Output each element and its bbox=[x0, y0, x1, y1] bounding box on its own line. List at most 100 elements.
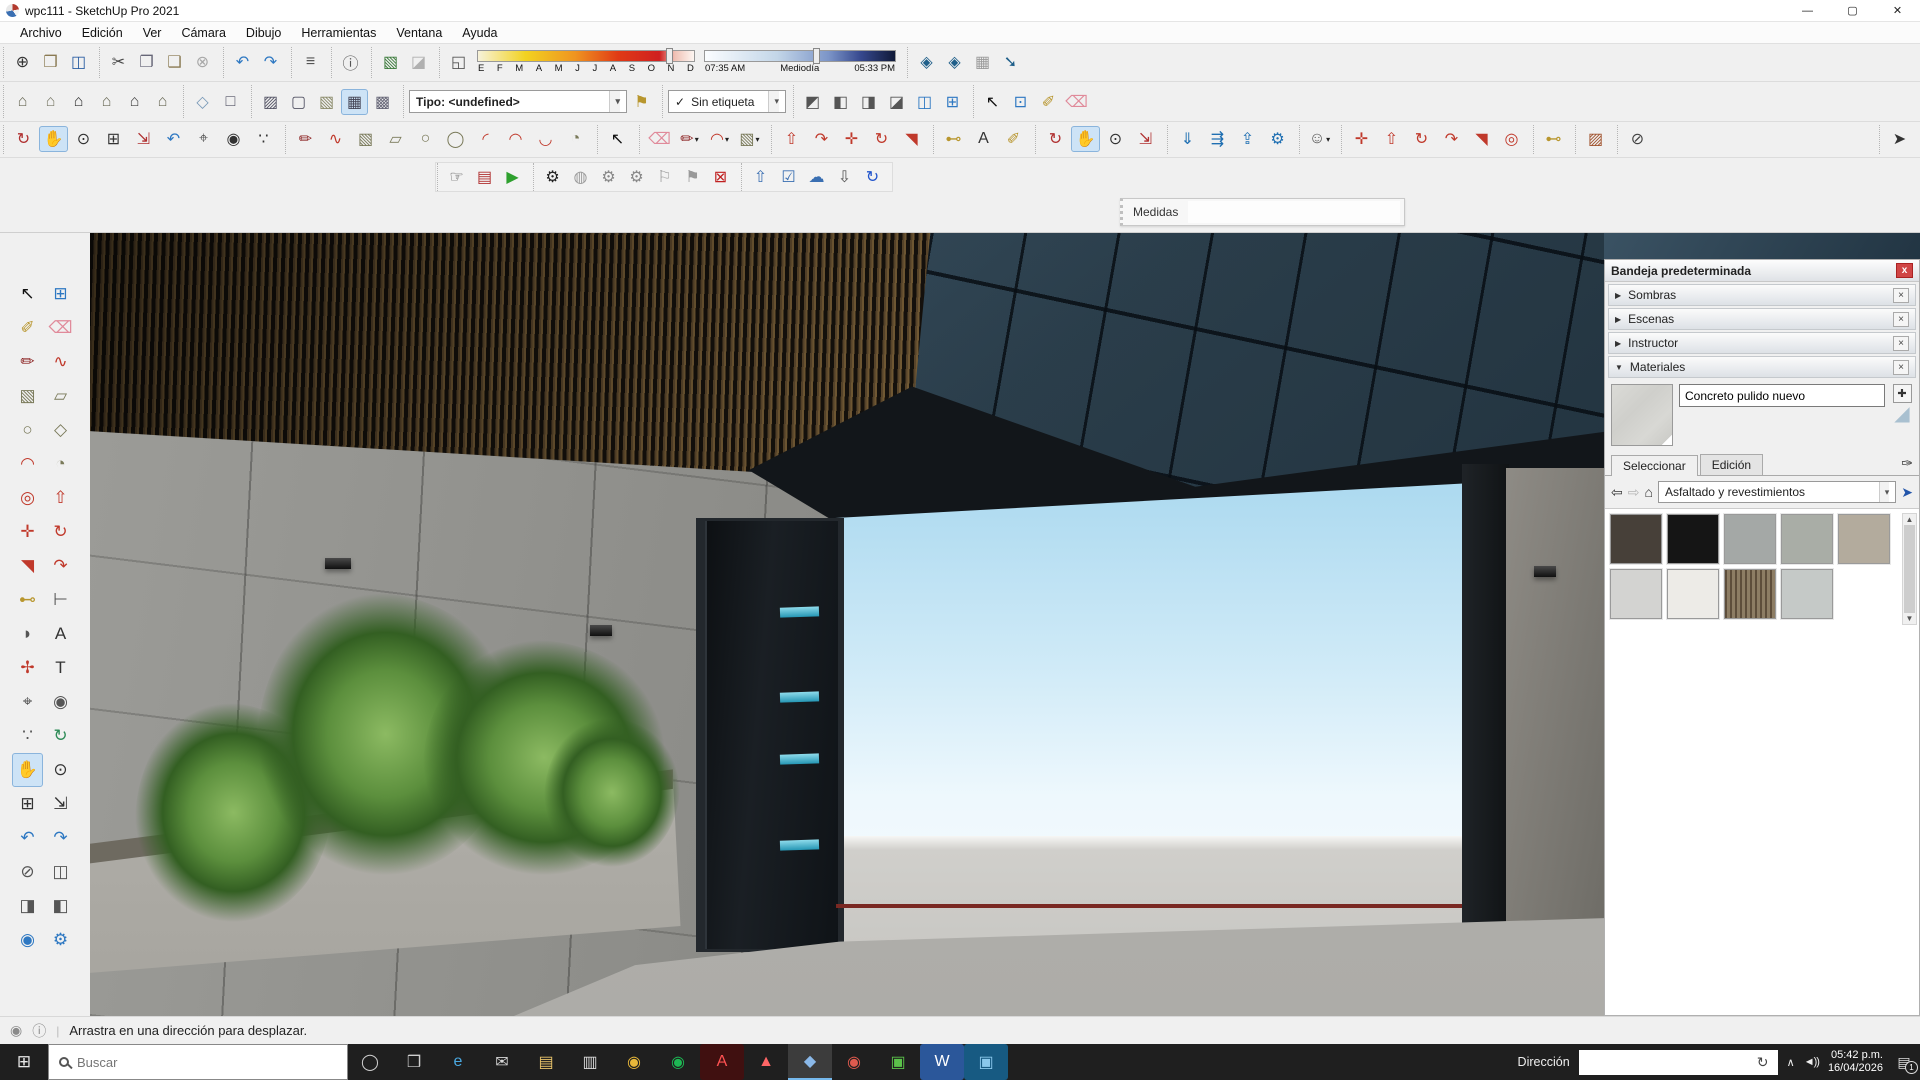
classifier-export-button[interactable]: ➘ bbox=[997, 49, 1024, 75]
two-point-arc-button[interactable]: ◠ bbox=[501, 126, 530, 152]
text-tool[interactable]: A bbox=[45, 617, 76, 651]
shadow-date-handle[interactable] bbox=[666, 48, 673, 64]
collapse-arrow-icon[interactable]: ▼ bbox=[1615, 363, 1623, 372]
render-camera-button[interactable]: ⚙ bbox=[539, 164, 566, 190]
pie-tool[interactable]: ◔ bbox=[45, 447, 76, 481]
style-monochrome-button[interactable]: ▩ bbox=[369, 89, 396, 115]
refresh-button[interactable]: ↻ bbox=[1748, 1050, 1778, 1075]
forward-button[interactable]: ⇨ bbox=[1628, 484, 1640, 501]
three-point-arc-button[interactable]: ◡ bbox=[531, 126, 560, 152]
sketchup-icon[interactable]: ◆ bbox=[788, 1044, 832, 1080]
paste-button[interactable]: ❑ bbox=[161, 49, 188, 75]
material-swatch[interactable] bbox=[1781, 569, 1833, 619]
chevron-down-icon[interactable]: ▾ bbox=[609, 91, 620, 112]
polygon-tool[interactable]: ◇ bbox=[45, 413, 76, 447]
new-button[interactable]: ⊕ bbox=[9, 49, 36, 75]
scroll-down-icon[interactable]: ▼ bbox=[1906, 614, 1914, 623]
chrome-icon-2[interactable]: ◉ bbox=[832, 1044, 876, 1080]
paint-bucket-tool[interactable]: ✐ bbox=[12, 311, 43, 345]
dimension-text-button[interactable]: A bbox=[969, 126, 998, 152]
menu-item[interactable]: Dibujo bbox=[236, 23, 291, 43]
checkbox-button[interactable]: ☑ bbox=[775, 164, 802, 190]
style-textured-button[interactable]: ▦ bbox=[341, 89, 368, 115]
rotated-rectangle-tool[interactable]: ▱ bbox=[45, 379, 76, 413]
freehand-tool[interactable]: ∿ bbox=[45, 345, 76, 379]
material-swatch[interactable] bbox=[1667, 569, 1719, 619]
render-pair-button[interactable]: ⚙ bbox=[595, 164, 622, 190]
photos-icon[interactable]: ▣ bbox=[964, 1044, 1008, 1080]
component-wire-button[interactable]: ◧ bbox=[827, 89, 854, 115]
select-arrow-button[interactable]: ↖ bbox=[603, 126, 632, 152]
interact-tool-button[interactable]: ☞ bbox=[443, 164, 470, 190]
move-tool-2[interactable]: ✛ bbox=[1347, 126, 1376, 152]
print-button[interactable]: ≡ bbox=[297, 49, 324, 75]
circle-tool[interactable]: ○ bbox=[12, 413, 43, 447]
classification-type-dropdown[interactable]: Tipo: <undefined> ▾ bbox=[409, 90, 627, 113]
details-view-button[interactable]: ➤ bbox=[1901, 484, 1913, 501]
paint-bucket-button[interactable]: ✐ bbox=[1035, 89, 1062, 115]
axes-tool[interactable]: ✢ bbox=[12, 651, 43, 685]
rotate-button[interactable]: ↻ bbox=[867, 126, 896, 152]
shadow-time-slider[interactable]: 07:35 AM Mediodía 05:33 PM bbox=[704, 50, 896, 74]
zoom-button-2[interactable]: ⊙ bbox=[1101, 126, 1130, 152]
zoom-extents-tool[interactable]: ⇲ bbox=[45, 787, 76, 821]
menu-item[interactable]: Archivo bbox=[10, 23, 72, 43]
zoom-extents-button-2[interactable]: ⇲ bbox=[1131, 126, 1160, 152]
style-back-edges-button[interactable]: ▨ bbox=[257, 89, 284, 115]
style-hidden-line-button[interactable]: ▢ bbox=[285, 89, 312, 115]
make-component-tool[interactable]: ⊞ bbox=[45, 277, 76, 311]
follow-me-tool[interactable]: ↷ bbox=[45, 549, 76, 583]
file-explorer-icon[interactable]: ▤ bbox=[524, 1044, 568, 1080]
paint-button[interactable]: ✐ bbox=[999, 126, 1028, 152]
menu-item[interactable]: Ventana bbox=[386, 23, 452, 43]
arc-menu-button[interactable]: ◠▾ bbox=[705, 126, 734, 152]
secondary-pane-button[interactable]: ◢ bbox=[1894, 407, 1909, 421]
extensions-tool[interactable]: ⚙ bbox=[45, 923, 76, 957]
render-stop-button[interactable]: ⊠ bbox=[707, 164, 734, 190]
acrobat-icon[interactable]: ▲ bbox=[744, 1044, 788, 1080]
section-fill-tool[interactable]: ◧ bbox=[45, 889, 76, 923]
protractor-tool[interactable]: ◗ bbox=[12, 617, 43, 651]
chevron-down-icon[interactable]: ▾ bbox=[768, 91, 779, 112]
volume-icon[interactable]: ◄)) bbox=[1804, 1056, 1819, 1068]
start-button[interactable]: ⊞ bbox=[0, 1044, 48, 1080]
tray-section-escenas[interactable]: ▶ Escenas × bbox=[1608, 308, 1916, 330]
offset-tool-2[interactable]: ◎ bbox=[1497, 126, 1526, 152]
menu-item[interactable]: Cámara bbox=[171, 23, 235, 43]
rotate-tool[interactable]: ↻ bbox=[45, 515, 76, 549]
rotated-rectangle-button[interactable]: ▱ bbox=[381, 126, 410, 152]
shadow-time-handle[interactable] bbox=[813, 48, 820, 64]
pan-button-2[interactable]: ✋ bbox=[1071, 126, 1100, 152]
view-front-button[interactable]: ⌂ bbox=[65, 89, 92, 115]
offset-tool[interactable]: ◎ bbox=[12, 481, 43, 515]
arc-tool[interactable]: ◠ bbox=[12, 447, 43, 481]
section-cut-tool[interactable]: ◨ bbox=[12, 889, 43, 923]
next-view-tool[interactable]: ↷ bbox=[45, 821, 76, 855]
minimize-button[interactable]: — bbox=[1785, 0, 1830, 21]
eraser-tool[interactable]: ⌫ bbox=[45, 311, 76, 345]
push-pull-button[interactable]: ⇧ bbox=[777, 126, 806, 152]
scroll-thumb[interactable] bbox=[1904, 525, 1915, 613]
classifier-edit-button[interactable]: ◈ bbox=[941, 49, 968, 75]
media-app-icon[interactable]: ▣ bbox=[876, 1044, 920, 1080]
zoom-button[interactable]: ⊙ bbox=[69, 126, 98, 152]
model-viewport[interactable] bbox=[90, 233, 1604, 1016]
rectangle-tool[interactable]: ▧ bbox=[12, 379, 43, 413]
redo-button[interactable]: ↷ bbox=[257, 49, 284, 75]
push-pull-tool-2[interactable]: ⇧ bbox=[1377, 126, 1406, 152]
dimension-tool[interactable]: ⊢ bbox=[45, 583, 76, 617]
section-close-button[interactable]: × bbox=[1893, 360, 1909, 375]
cortana-icon[interactable]: ◯ bbox=[348, 1044, 392, 1080]
shadow-date-bar[interactable] bbox=[477, 50, 695, 62]
orbit-button[interactable]: ↻ bbox=[9, 126, 38, 152]
share-component-button[interactable]: ⇪ bbox=[1233, 126, 1262, 152]
line-button[interactable]: ✏ bbox=[291, 126, 320, 152]
chevron-down-icon[interactable]: ▾ bbox=[1879, 482, 1890, 502]
show-hidden-icons[interactable]: ∧ bbox=[1787, 1056, 1795, 1069]
look-around-button[interactable]: ◉ bbox=[219, 126, 248, 152]
material-swatch[interactable] bbox=[1667, 514, 1719, 564]
run-animation-button[interactable]: ▶ bbox=[499, 164, 526, 190]
view-iso-button[interactable]: ⌂ bbox=[9, 89, 36, 115]
follow-me-tool-2[interactable]: ↷ bbox=[1437, 126, 1466, 152]
move-tool[interactable]: ✛ bbox=[12, 515, 43, 549]
